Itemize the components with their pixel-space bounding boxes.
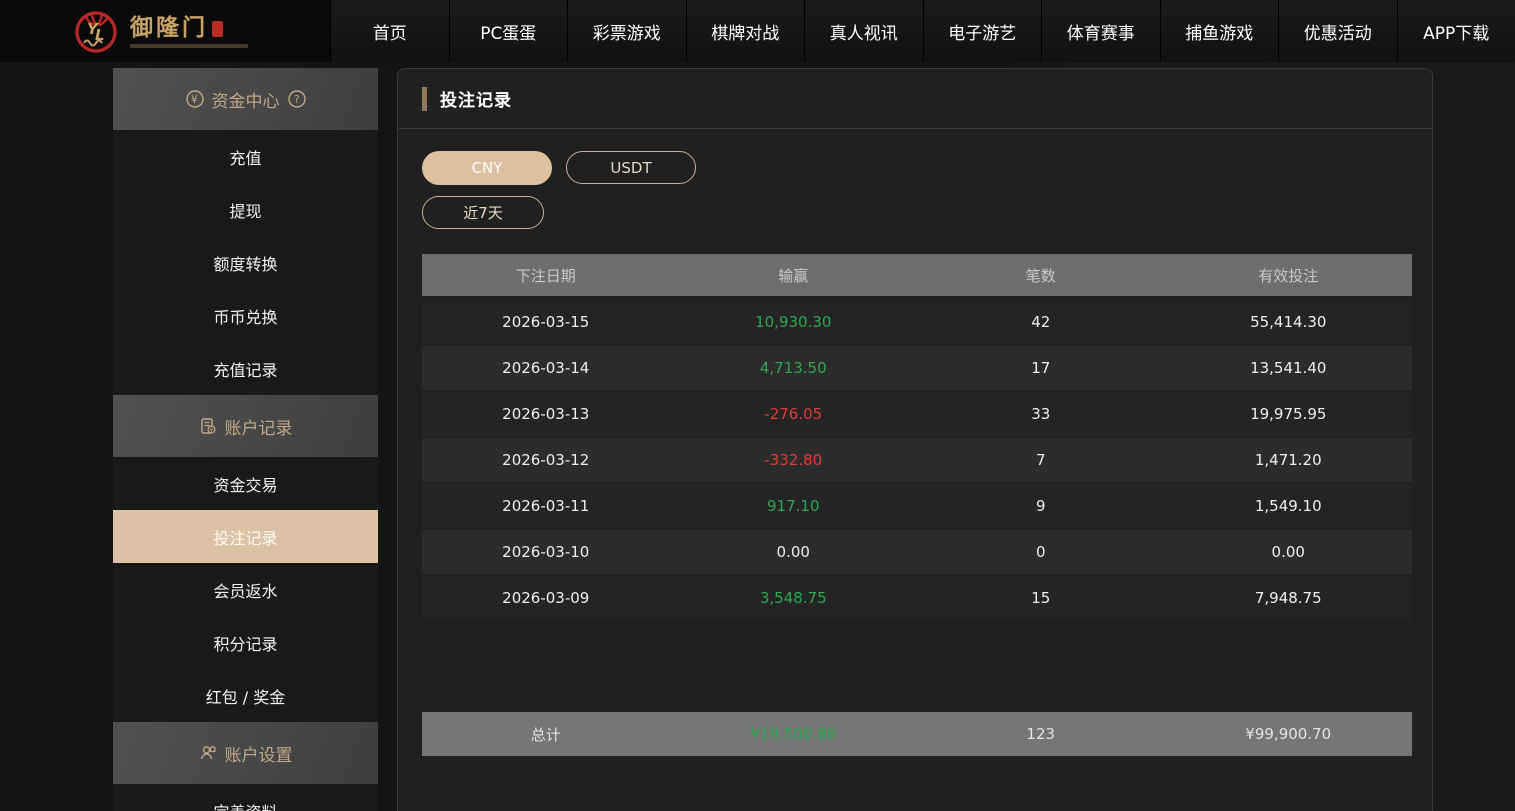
person-gear-icon [200,746,216,760]
valid-bets: 55,414.30 [1250,313,1327,331]
sidebar-header-account-settings[interactable]: 账户设置 [113,722,378,784]
bet-count: 9 [1035,497,1046,515]
svg-text:?: ? [294,94,300,106]
betting-records-table: 下注日期 输赢 笔数 有效投注 2026-03-15 10,930.30 42 … [422,254,1412,756]
winloss-value: 10,930.30 [755,313,832,331]
nav-item-board-games[interactable]: 棋牌对战 [685,0,804,62]
winloss-value: -276.05 [764,405,823,423]
sidebar-item-member-rebate[interactable]: 会员返水 [113,563,378,616]
totals-valid-bets: ¥99,900.70 [1245,725,1332,743]
sidebar-item-redpacket-bonus[interactable]: 红包 / 奖金 [113,669,378,722]
bet-count: 42 [1031,313,1051,331]
panel-titlebar: 投注记录 [398,69,1432,129]
winloss-value: 0.00 [776,543,810,561]
nav-item-home[interactable]: 首页 [330,0,449,62]
bet-count: 17 [1031,359,1051,377]
valid-bets: 1,549.10 [1254,497,1322,515]
sidebar-item-quota-transfer[interactable]: 额度转换 [113,236,378,289]
column-header-bet-date: 下注日期 [515,266,576,285]
logo-subtext [130,43,248,48]
sidebar-header-label: 账户记录 [224,418,293,439]
valid-bets: 7,948.75 [1254,589,1322,607]
nav-item-fishing-games[interactable]: 捕鱼游戏 [1159,0,1278,62]
sidebar-item-deposit-records[interactable]: 充值记录 [113,342,378,395]
totals-winloss-value: ¥19,500.80 [750,725,837,743]
sidebar-header-account-records[interactable]: ¥ 账户记录 [113,395,378,457]
column-header-bet-count: 笔数 [1025,266,1056,285]
bet-count: 7 [1035,451,1046,469]
column-header-valid-bets: 有效投注 [1258,266,1319,285]
currency-tab-usdt[interactable]: USDT [566,151,696,184]
logo-dragon-emblem-icon: Y L [75,11,117,53]
sidebar-item-deposit[interactable]: 充值 [113,130,378,183]
table-row: 2026-03-12 -332.80 7 1,471.20 [422,438,1412,482]
logo-wordmark: 御隆门 [130,14,208,41]
table-row: 2026-03-13 -276.05 33 19,975.95 [422,392,1412,436]
valid-bets: 0.00 [1271,543,1305,561]
table-row: 2026-03-10 0.00 0 0.00 [422,530,1412,574]
bet-count: 33 [1031,405,1051,423]
betting-records-panel: 投注记录 CNY USDT 近7天 下注日期 输赢 笔数 有效投注 2026-0… [397,68,1433,811]
sidebar-item-coin-exchange[interactable]: 币币兑换 [113,289,378,342]
bet-count: 0 [1035,543,1046,561]
bet-date: 2026-03-11 [502,497,590,515]
svg-text:¥: ¥ [191,94,198,106]
sidebar-header-funds-center[interactable]: ¥ 资金中心 ? [113,68,378,130]
site-logo[interactable]: Y L 御隆门 [72,7,248,55]
top-navbar: Y L 御隆门 首页 PC蛋蛋 彩票游戏 棋牌对战 真人视讯 电子游艺 体育赛事… [0,0,1515,62]
nav-item-pc-egg[interactable]: PC蛋蛋 [448,0,567,62]
column-header-winloss: 输赢 [778,266,809,285]
sidebar-item-betting-records[interactable]: 投注记录 [113,510,378,563]
ledger-icon: ¥ [200,418,216,434]
account-sidebar: ¥ 资金中心 ? 充值 提现 额度转换 币币兑换 充值记录 ¥ 账户记录 资金交… [113,68,378,811]
nav-item-live-casino[interactable]: 真人视讯 [804,0,923,62]
nav-item-lottery-games[interactable]: 彩票游戏 [567,0,686,62]
page-title: 投注记录 [440,91,512,111]
main-navigation: 首页 PC蛋蛋 彩票游戏 棋牌对战 真人视讯 电子游艺 体育赛事 捕鱼游戏 优惠… [330,0,1515,62]
date-range-filters: 近7天 [422,196,1408,229]
title-accent-bar [422,86,427,111]
sidebar-item-points-records[interactable]: 积分记录 [113,616,378,669]
bet-date: 2026-03-09 [502,589,590,607]
yen-circle-icon: ¥ [185,90,204,108]
bet-date: 2026-03-15 [502,313,590,331]
bet-date: 2026-03-12 [502,451,590,469]
currency-tab-cny[interactable]: CNY [422,151,552,185]
currency-tabs: CNY USDT [422,151,1408,185]
logo-red-seal [212,20,223,37]
winloss-value: -332.80 [764,451,823,469]
help-icon[interactable]: ? [287,90,306,108]
valid-bets: 19,975.95 [1250,405,1327,423]
table-body: 2026-03-15 10,930.30 42 55,414.30 2026-0… [422,300,1412,620]
totals-bet-count: 123 [1026,725,1056,743]
nav-item-sports[interactable]: 体育赛事 [1041,0,1160,62]
bet-date: 2026-03-14 [502,359,590,377]
sidebar-item-withdraw[interactable]: 提现 [113,183,378,236]
bet-count: 15 [1031,589,1051,607]
bet-date: 2026-03-13 [502,405,590,423]
table-row: 2026-03-11 917.10 9 1,549.10 [422,484,1412,528]
winloss-value: 917.10 [767,497,820,515]
valid-bets: 1,471.20 [1254,451,1322,469]
sidebar-header-label: 账户设置 [224,745,293,766]
svg-text:¥: ¥ [209,428,213,434]
sidebar-header-label: 资金中心 [211,91,280,112]
nav-item-electronic-games[interactable]: 电子游艺 [922,0,1041,62]
table-totals-row: 总计 ¥19,500.80 123 ¥99,900.70 [422,712,1412,756]
table-row: 2026-03-09 3,548.75 15 7,948.75 [422,576,1412,620]
sidebar-item-complete-profile[interactable]: 完善资料 [113,784,378,811]
table-row: 2026-03-15 10,930.30 42 55,414.30 [422,300,1412,344]
table-header-row: 下注日期 输赢 笔数 有效投注 [422,254,1412,296]
nav-item-app-download[interactable]: APP下载 [1396,0,1515,62]
valid-bets: 13,541.40 [1250,359,1327,377]
winloss-value: 3,548.75 [759,589,827,607]
range-filter-last7days[interactable]: 近7天 [422,196,544,229]
nav-item-promotions[interactable]: 优惠活动 [1278,0,1397,62]
totals-label: 总计 [530,725,561,744]
winloss-value: 4,713.50 [759,359,827,377]
bet-date: 2026-03-10 [502,543,590,561]
table-row: 2026-03-14 4,713.50 17 13,541.40 [422,346,1412,390]
sidebar-item-fund-transactions[interactable]: 资金交易 [113,457,378,510]
